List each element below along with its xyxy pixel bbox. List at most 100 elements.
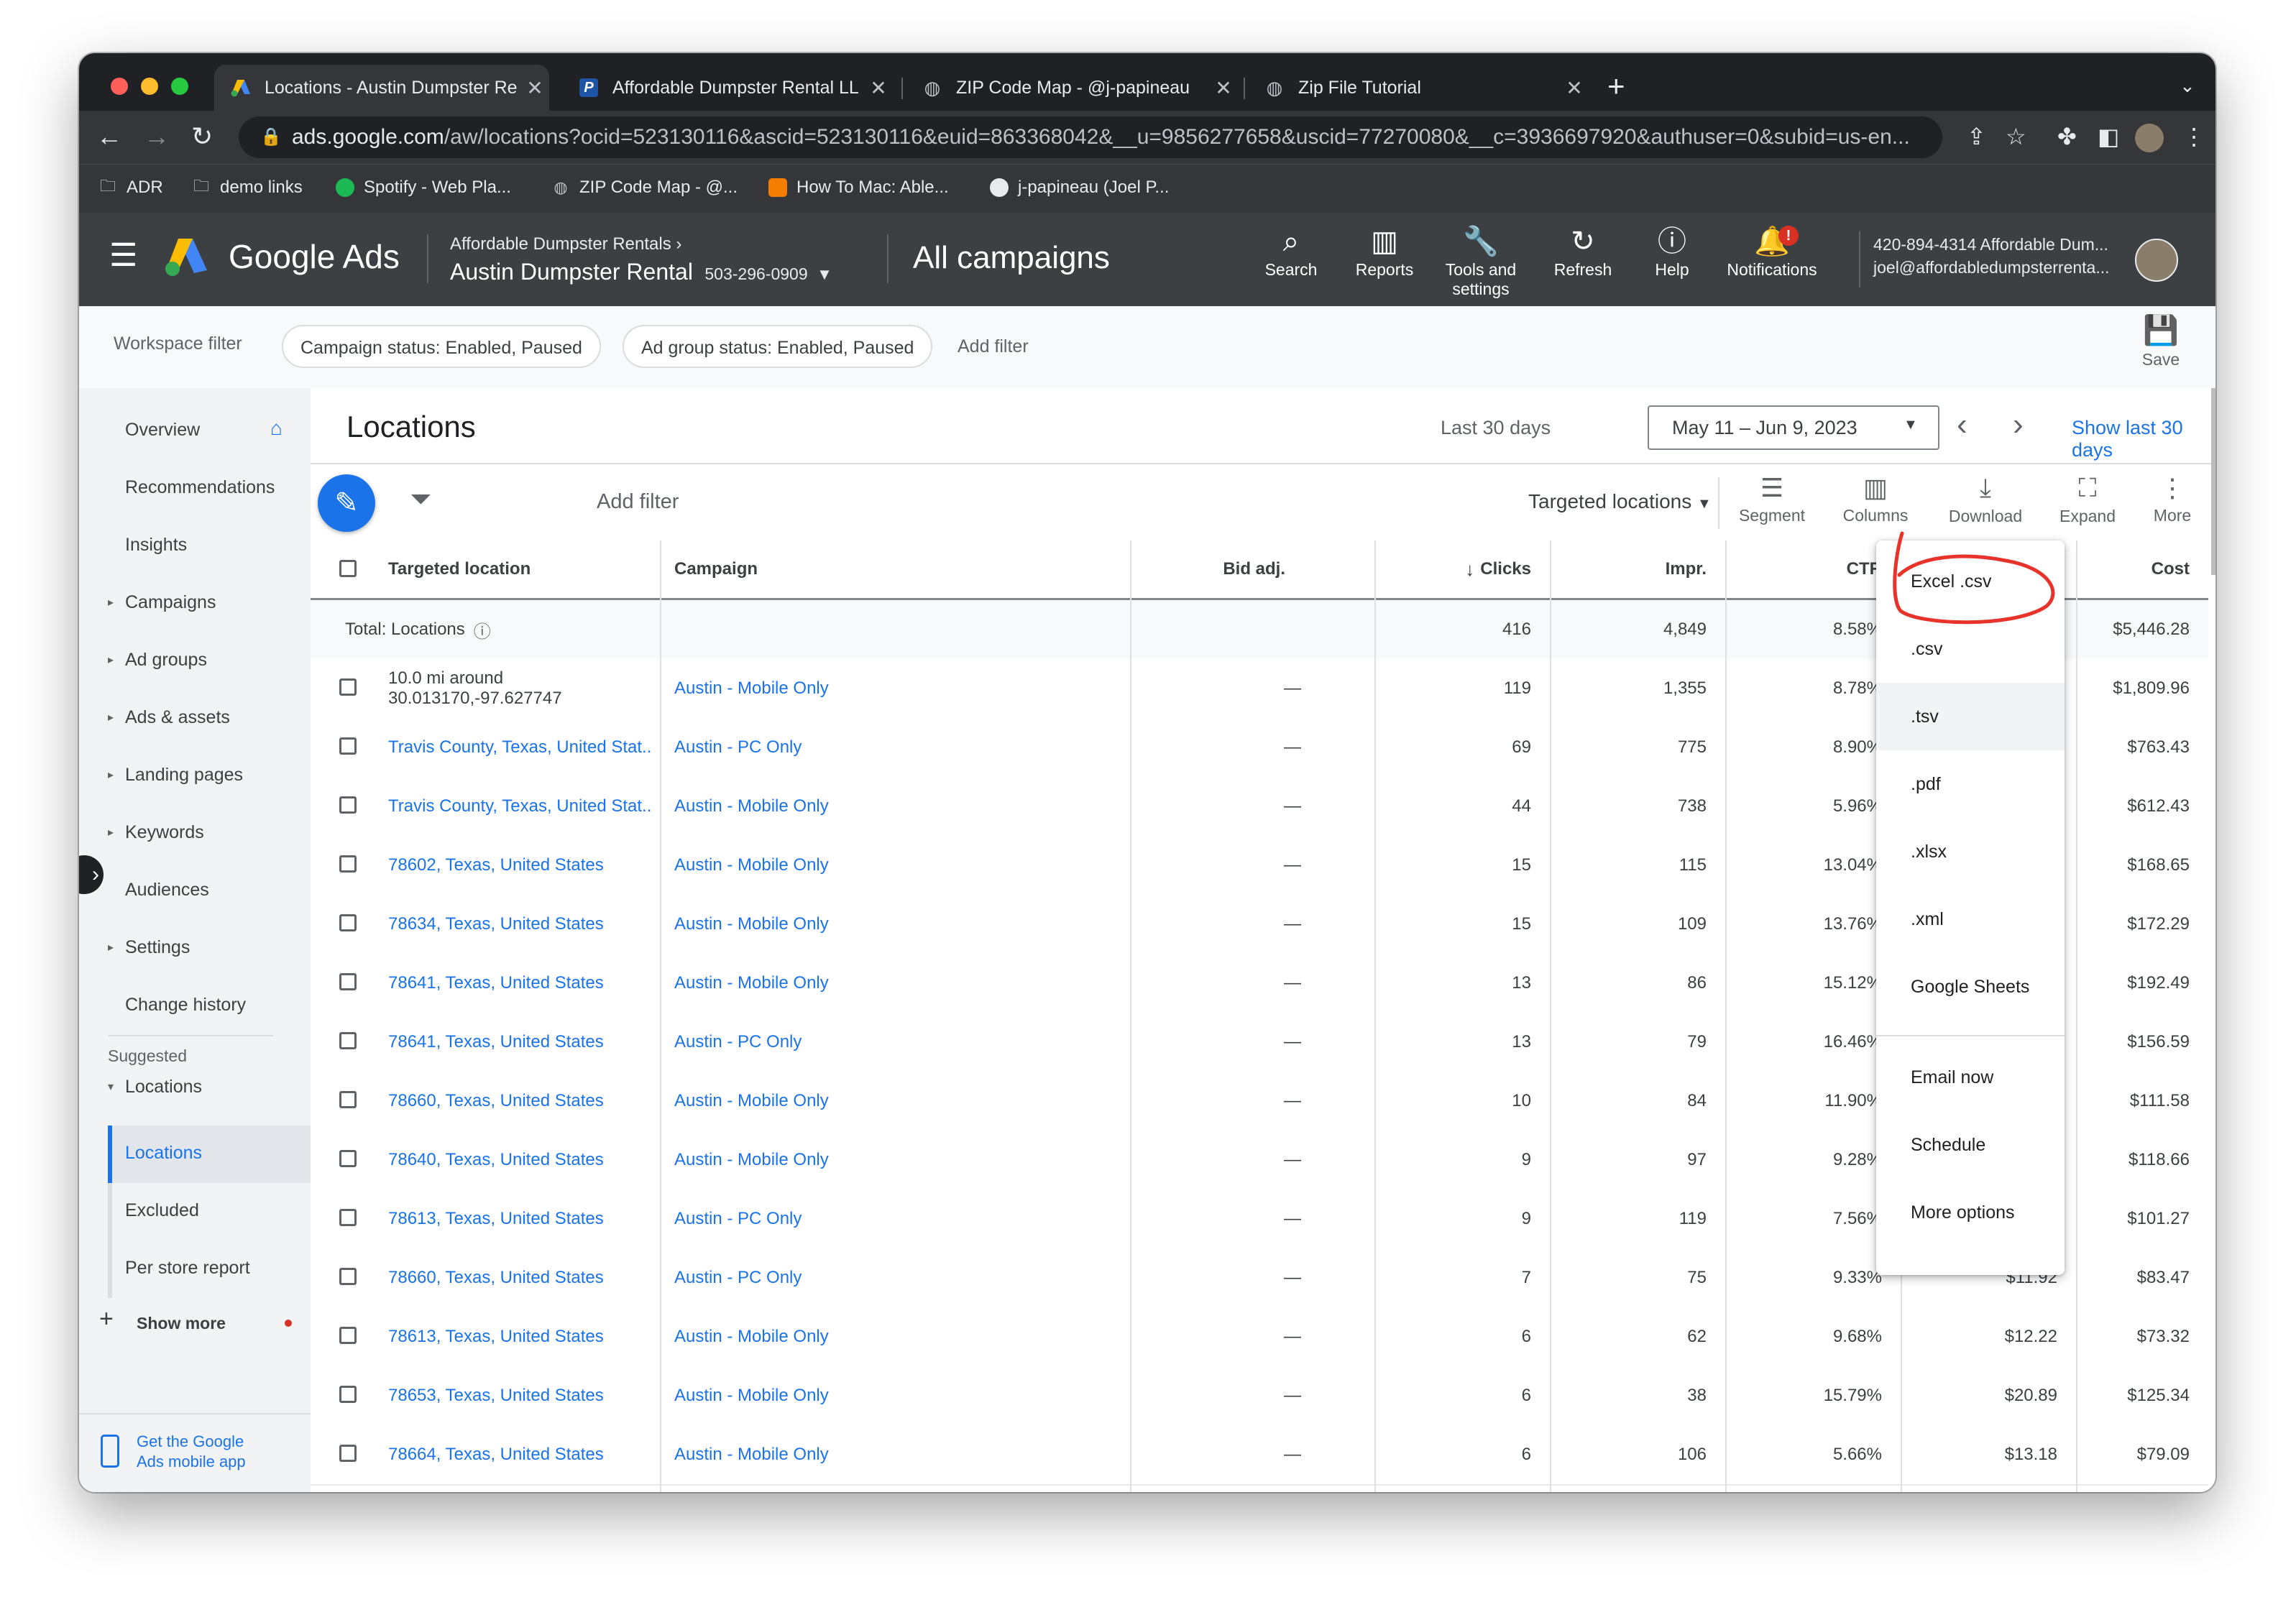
bid-adj-cell[interactable]: — bbox=[1264, 1425, 1321, 1484]
row-checkbox[interactable] bbox=[339, 1150, 357, 1167]
targeted-location-link[interactable]: 78613, Texas, United States bbox=[377, 1189, 653, 1248]
edit-pencil-fab[interactable]: ✎ bbox=[318, 474, 375, 532]
reports-button[interactable]: ▥ Reports bbox=[1341, 223, 1428, 280]
expand-caret-icon[interactable]: ▸ bbox=[108, 595, 114, 609]
nav-overview[interactable]: Overview bbox=[125, 420, 200, 441]
browser-tab-zip-map[interactable]: ◍ ZIP Code Map - @j-papineau ✕ bbox=[906, 65, 1238, 111]
download-button[interactable]: ⤓ Download bbox=[1935, 473, 2036, 526]
menu-item-csv[interactable]: .csv bbox=[1876, 615, 2065, 683]
bookmark-spotify[interactable]: Spotify - Web Pla... bbox=[335, 178, 511, 198]
bookmark-github[interactable]: j-papineau (Joel P... bbox=[989, 178, 1169, 198]
targeted-location-link[interactable]: 78653, Texas, United States bbox=[377, 1366, 653, 1425]
campaign-link[interactable]: Austin - Mobile Only bbox=[663, 659, 1022, 718]
bookmark-zip-map[interactable]: ◍ ZIP Code Map - @... bbox=[551, 178, 738, 198]
bid-adj-cell[interactable]: — bbox=[1264, 895, 1321, 954]
select-all-checkbox[interactable] bbox=[339, 560, 357, 577]
nav-change-history[interactable]: Change history bbox=[125, 995, 246, 1016]
bid-adj-cell[interactable]: — bbox=[1264, 1307, 1321, 1366]
nav-ads-assets[interactable]: Ads & assets bbox=[125, 707, 230, 728]
menu-item-pdf[interactable]: .pdf bbox=[1876, 750, 2065, 818]
menu-item-tsv[interactable]: .tsv bbox=[1876, 683, 2065, 750]
table-add-filter[interactable]: Add filter bbox=[597, 490, 679, 514]
nav-ad-groups[interactable]: Ad groups bbox=[125, 650, 207, 671]
header-ctr[interactable]: CTR bbox=[1728, 540, 1893, 598]
extensions-puzzle-icon[interactable]: ✤ bbox=[2057, 122, 2077, 151]
expand-caret-icon[interactable]: ▸ bbox=[108, 940, 114, 954]
browser-tab-zip-tutorial[interactable]: ◍ Zip File Tutorial ✕ bbox=[1248, 65, 1589, 111]
nav-settings[interactable]: Settings bbox=[125, 937, 190, 958]
account-selector[interactable]: Austin Dumpster Rental 503-296-0909 ▼ bbox=[450, 259, 832, 285]
expand-caret-icon[interactable]: ▸ bbox=[108, 825, 114, 839]
hamburger-menu-icon[interactable]: ☰ bbox=[109, 240, 137, 272]
date-range-picker[interactable]: May 11 – Jun 9, 2023 ▼ bbox=[1648, 405, 1939, 450]
workspace-add-filter[interactable]: Add filter bbox=[958, 336, 1029, 357]
view-selector-targeted-locations[interactable]: Targeted locations ▼ bbox=[1528, 490, 1712, 513]
nav-excluded[interactable]: Excluded bbox=[125, 1200, 199, 1221]
header-clicks[interactable]: ↓ Clicks bbox=[1377, 540, 1543, 598]
nav-locations-parent[interactable]: Locations bbox=[125, 1077, 202, 1097]
scrollbar-thumb[interactable] bbox=[2211, 388, 2215, 575]
row-checkbox[interactable] bbox=[339, 1445, 357, 1462]
bookmark-howtomac[interactable]: How To Mac: Able... bbox=[768, 178, 949, 198]
bid-adj-cell[interactable]: — bbox=[1264, 954, 1321, 1013]
menu-item-xlsx[interactable]: .xlsx bbox=[1876, 818, 2065, 885]
new-tab-plus-icon[interactable]: + bbox=[1607, 69, 1625, 103]
bookmark-star-icon[interactable]: ☆ bbox=[2006, 122, 2026, 151]
nav-audiences[interactable]: Audiences bbox=[125, 880, 209, 901]
account-info[interactable]: 420-894-4314 Affordable Dum... joel@affo… bbox=[1859, 233, 2146, 279]
header-impr[interactable]: Impr. bbox=[1553, 540, 1718, 598]
browser-tab-affordable[interactable]: P Affordable Dumpster Rental LL ✕ bbox=[562, 65, 893, 111]
ad-group-status-chip[interactable]: Ad group status: Enabled, Paused bbox=[623, 325, 933, 368]
menu-item-excel-csv[interactable]: Excel .csv bbox=[1876, 548, 2065, 615]
menu-item-google-sheets[interactable]: Google Sheets bbox=[1876, 953, 2065, 1021]
tab-search-chevron-icon[interactable]: ⌄ bbox=[2180, 75, 2195, 97]
campaign-link[interactable]: Austin - PC Only bbox=[663, 1189, 1022, 1248]
bid-adj-cell[interactable]: — bbox=[1264, 1131, 1321, 1189]
show-more-link[interactable]: Show more bbox=[137, 1314, 226, 1333]
side-panel-icon[interactable]: ◧ bbox=[2098, 122, 2119, 151]
search-button[interactable]: ⌕ Search bbox=[1248, 223, 1334, 280]
plus-icon[interactable]: + bbox=[99, 1305, 114, 1333]
bid-adj-cell[interactable]: — bbox=[1264, 1366, 1321, 1425]
more-button[interactable]: ⋮ More bbox=[2136, 473, 2208, 525]
tab-close-icon[interactable]: ✕ bbox=[864, 76, 893, 100]
notifications-button[interactable]: 🔔 Notifications ! bbox=[1711, 223, 1833, 280]
user-avatar[interactable] bbox=[2135, 239, 2178, 282]
menu-item-more-options[interactable]: More options bbox=[1876, 1179, 2065, 1246]
home-icon[interactable]: ⌂ bbox=[270, 417, 283, 440]
browser-tab-locations[interactable]: Locations - Austin Dumpster Re ✕ bbox=[214, 65, 549, 111]
next-period-chevron-icon[interactable]: › bbox=[2013, 407, 2024, 443]
targeted-location-link[interactable]: 78641, Texas, United States bbox=[377, 1013, 653, 1072]
header-campaign[interactable]: Campaign bbox=[663, 540, 1022, 598]
columns-button[interactable]: ▥ Columns bbox=[1829, 473, 1922, 525]
header-targeted-location[interactable]: Targeted location bbox=[377, 540, 635, 598]
targeted-location-link[interactable]: 78641, Texas, United States bbox=[377, 954, 653, 1013]
row-checkbox[interactable] bbox=[339, 737, 357, 755]
tab-close-icon[interactable]: ✕ bbox=[1209, 76, 1238, 100]
nav-locations-selected[interactable]: Locations bbox=[125, 1143, 202, 1164]
targeted-location-link[interactable]: 78640, Texas, United States bbox=[377, 1131, 653, 1189]
bookmark-demo-links[interactable]: 🗀 demo links bbox=[191, 177, 303, 198]
bid-adj-cell[interactable]: — bbox=[1264, 1189, 1321, 1248]
targeted-location-link[interactable]: 78660, Texas, United States bbox=[377, 1248, 653, 1307]
address-bar[interactable]: 🔒 ads.google.com/aw/locations?ocid=52313… bbox=[239, 116, 1942, 158]
nav-keywords[interactable]: Keywords bbox=[125, 822, 204, 843]
bid-adj-cell[interactable]: — bbox=[1264, 777, 1321, 836]
expand-caret-icon[interactable]: ▸ bbox=[108, 653, 114, 667]
targeted-location-link[interactable]: 78613, Texas, United States bbox=[377, 1307, 653, 1366]
nav-landing-pages[interactable]: Landing pages bbox=[125, 765, 243, 786]
targeted-location-link[interactable]: 78602, Texas, United States bbox=[377, 836, 653, 895]
campaign-link[interactable]: Austin - Mobile Only bbox=[663, 895, 1022, 954]
campaign-status-chip[interactable]: Campaign status: Enabled, Paused bbox=[282, 325, 601, 368]
account-parent-link[interactable]: Affordable Dumpster Rentals › bbox=[450, 234, 681, 254]
row-checkbox[interactable] bbox=[339, 1091, 357, 1108]
row-checkbox[interactable] bbox=[339, 914, 357, 931]
expand-caret-icon[interactable]: ▸ bbox=[108, 768, 114, 782]
expand-button[interactable]: ⛶ Expand bbox=[2044, 473, 2131, 526]
tab-close-icon[interactable]: ✕ bbox=[1560, 76, 1589, 100]
targeted-location-link[interactable]: 78660, Texas, United States bbox=[377, 1072, 653, 1131]
campaign-link[interactable]: Austin - Mobile Only bbox=[663, 836, 1022, 895]
nav-insights[interactable]: Insights bbox=[125, 535, 187, 556]
bid-adj-cell[interactable]: — bbox=[1264, 718, 1321, 777]
reload-icon[interactable]: ↻ bbox=[191, 122, 213, 151]
